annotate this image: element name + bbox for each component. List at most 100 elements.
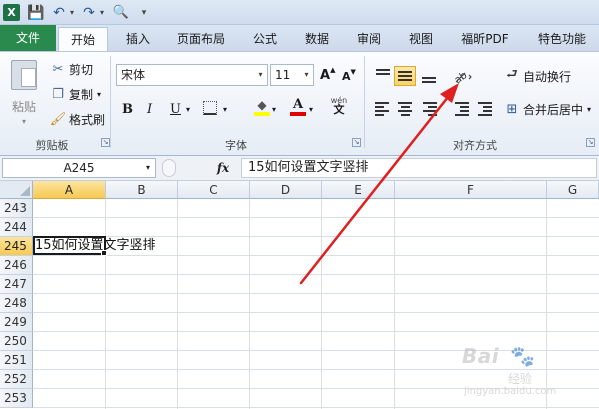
tab-insert[interactable]: 插入	[113, 27, 163, 51]
font-name-combobox[interactable]: 宋体	[116, 64, 268, 86]
watermark-sub: 经验	[508, 372, 533, 386]
merge-cells-icon: ⊞	[506, 101, 518, 117]
row-header[interactable]: 248	[0, 294, 33, 313]
row-header[interactable]: 247	[0, 275, 33, 294]
shrink-font-button[interactable]: A ▼	[342, 68, 356, 84]
phonetic-guide-button[interactable]: wén 文	[326, 96, 352, 118]
select-all-button[interactable]	[0, 181, 33, 199]
wrap-text-label: 自动换行	[523, 69, 572, 84]
row-header[interactable]: 252	[0, 370, 33, 389]
formula-input[interactable]: 15如何设置文字竖排	[241, 158, 597, 178]
bold-button[interactable]: B	[122, 100, 136, 118]
align-right-button[interactable]	[418, 99, 440, 119]
align-center-button[interactable]	[394, 99, 416, 119]
decrease-indent-button[interactable]	[449, 99, 471, 119]
underline-button[interactable]: U	[170, 100, 184, 118]
merge-dropdown-icon: ▾	[587, 104, 592, 114]
paintbrush-icon: 🖌	[49, 111, 67, 127]
align-bottom-button[interactable]	[418, 66, 440, 86]
name-box[interactable]: A245	[2, 158, 156, 178]
font-launcher-icon[interactable]: ↘	[352, 138, 361, 147]
italic-button[interactable]: I	[147, 100, 161, 118]
cut-button[interactable]: ✂ 剪切	[50, 60, 93, 78]
insert-function-icon[interactable]: fx	[212, 159, 234, 177]
alignment-group-label: 对齐方式	[453, 139, 497, 152]
column-header-a[interactable]: A	[33, 181, 106, 199]
scissors-icon: ✂	[52, 61, 64, 77]
wrap-text-button[interactable]: ⮐ 自动换行	[504, 67, 571, 85]
borders-button[interactable]	[203, 99, 221, 117]
formula-bar-resize-handle[interactable]	[162, 159, 176, 177]
fill-color-swatch	[254, 112, 270, 116]
fill-color-button[interactable]: ◆	[253, 98, 271, 118]
tab-data[interactable]: 数据	[292, 27, 342, 51]
column-header-c[interactable]: C	[178, 181, 250, 199]
column-header-e[interactable]: E	[322, 181, 395, 199]
alignment-launcher-icon[interactable]: ↘	[586, 138, 595, 147]
customize-qat-icon[interactable]: ▾	[139, 4, 149, 21]
font-size-dropdown-icon[interactable]: ▾	[300, 65, 313, 85]
grow-font-button[interactable]: A ▲	[320, 66, 335, 84]
column-header-d[interactable]: D	[250, 181, 322, 199]
tab-view[interactable]: 视图	[396, 27, 446, 51]
merge-center-button[interactable]: ⊞ 合并后居中 ▾	[504, 100, 591, 118]
orientation-button[interactable]: ab	[449, 66, 477, 86]
copy-icon: ❐	[52, 86, 64, 102]
tab-review[interactable]: 审阅	[344, 27, 394, 51]
paw-icon: 🐾	[510, 344, 535, 368]
row-header[interactable]: 244	[0, 218, 33, 237]
fill-handle[interactable]	[101, 250, 107, 256]
excel-app-icon[interactable]: X	[3, 4, 20, 21]
font-color-letter: A	[292, 97, 304, 112]
copy-button[interactable]: ❐ 复制 ▾	[50, 85, 101, 103]
tab-page-layout[interactable]: 页面布局	[165, 27, 237, 51]
print-preview-icon[interactable]: 🔍	[113, 4, 129, 21]
align-left-button[interactable]	[372, 99, 394, 119]
column-header-f[interactable]: F	[395, 181, 547, 199]
row-header[interactable]: 251	[0, 351, 33, 370]
column-header-g[interactable]: G	[547, 181, 599, 199]
redo-dropdown-icon[interactable]: ▾	[98, 4, 106, 21]
borders-dropdown-icon[interactable]: ▾	[223, 100, 227, 118]
paste-dropdown-icon: ▾	[21, 117, 26, 126]
font-color-button[interactable]: A	[289, 98, 307, 118]
tab-home[interactable]: 开始	[58, 27, 108, 52]
paste-button[interactable]: 粘贴 ▾	[6, 58, 42, 128]
copy-label: 复制	[69, 87, 94, 102]
format-painter-button[interactable]: 🖌 格式刷	[50, 110, 105, 128]
redo-icon[interactable]: ↷	[82, 4, 96, 21]
save-icon[interactable]: 💾	[27, 4, 44, 21]
grow-arrow-icon: ▲	[330, 66, 336, 74]
cut-label: 剪切	[69, 62, 94, 77]
row-header-selected[interactable]: 245	[0, 237, 33, 256]
row-header[interactable]: 250	[0, 332, 33, 351]
row-header[interactable]: 253	[0, 389, 33, 408]
tab-formulas[interactable]: 公式	[240, 27, 290, 51]
name-box-dropdown-icon[interactable]: ▾	[141, 159, 155, 177]
clipboard-launcher-icon[interactable]: ↘	[101, 138, 110, 147]
increase-indent-button[interactable]	[472, 99, 494, 119]
underline-dropdown-icon[interactable]: ▾	[186, 100, 190, 118]
baidu-watermark: Bai 🐾 经验 jingyan.baidu.com	[462, 340, 592, 402]
paint-bucket-icon: ◆	[257, 98, 267, 112]
font-name-dropdown-icon[interactable]: ▾	[254, 65, 267, 85]
row-header[interactable]: 246	[0, 256, 33, 275]
font-color-dropdown-icon[interactable]: ▾	[309, 100, 313, 118]
align-top-button[interactable]	[372, 66, 394, 86]
tab-file[interactable]: 文件	[0, 25, 56, 51]
grow-font-label: A	[320, 67, 331, 83]
paste-label: 粘贴	[11, 100, 36, 114]
active-cell-border[interactable]	[33, 236, 106, 255]
row-header[interactable]: 249	[0, 313, 33, 332]
undo-icon[interactable]: ↶	[52, 4, 66, 21]
column-header-b[interactable]: B	[106, 181, 178, 199]
excel-window: X 💾 ↶ ▾ ↷ ▾ 🔍 ▾ 文件 开始 插入 页面布局 公式 数据 审阅 视…	[0, 0, 599, 409]
row-header[interactable]: 243	[0, 199, 33, 218]
align-middle-button[interactable]	[394, 66, 416, 86]
tab-foxit-pdf[interactable]: 福昕PDF	[449, 27, 521, 51]
undo-dropdown-icon[interactable]: ▾	[68, 4, 76, 21]
fill-color-dropdown-icon[interactable]: ▾	[272, 100, 276, 118]
tab-special-features[interactable]: 特色功能	[527, 27, 597, 51]
group-divider	[110, 56, 111, 148]
watermark-brand: Bai	[462, 344, 500, 368]
